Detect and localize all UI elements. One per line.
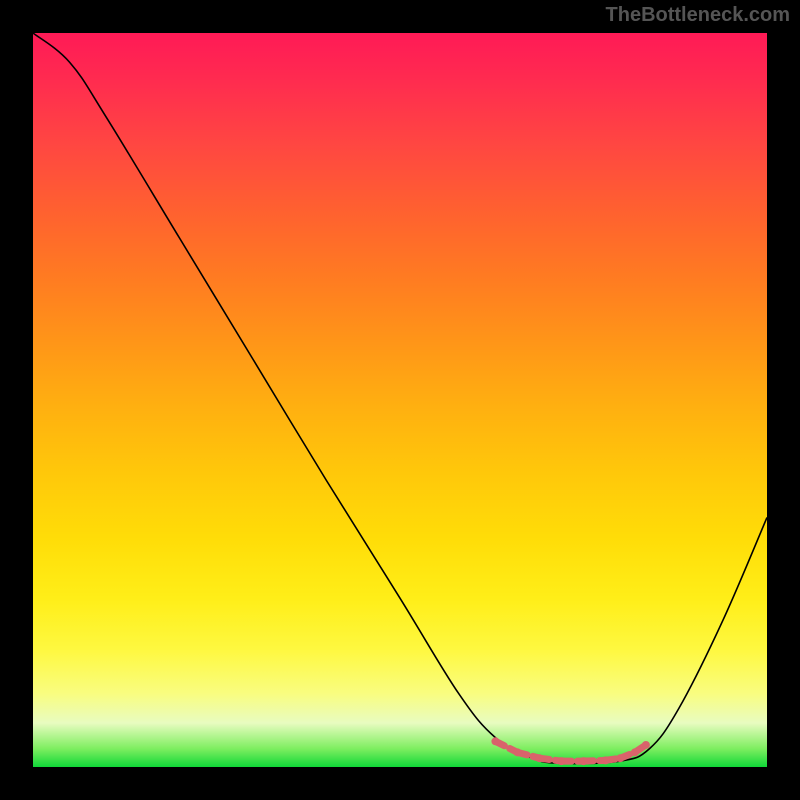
marker-dot xyxy=(535,754,543,762)
marker-dot xyxy=(631,748,639,756)
curve-svg xyxy=(33,33,767,767)
marker-band-group xyxy=(491,737,649,765)
marker-dot xyxy=(602,756,610,764)
marker-dot xyxy=(616,754,624,762)
marker-dot xyxy=(491,737,499,745)
watermark-text: TheBottleneck.com xyxy=(606,4,790,27)
marker-dot xyxy=(513,748,521,756)
plot-area xyxy=(33,33,767,767)
marker-dot xyxy=(642,741,650,749)
marker-dot xyxy=(557,757,565,765)
curve-path xyxy=(33,33,767,764)
marker-dot xyxy=(580,757,588,765)
